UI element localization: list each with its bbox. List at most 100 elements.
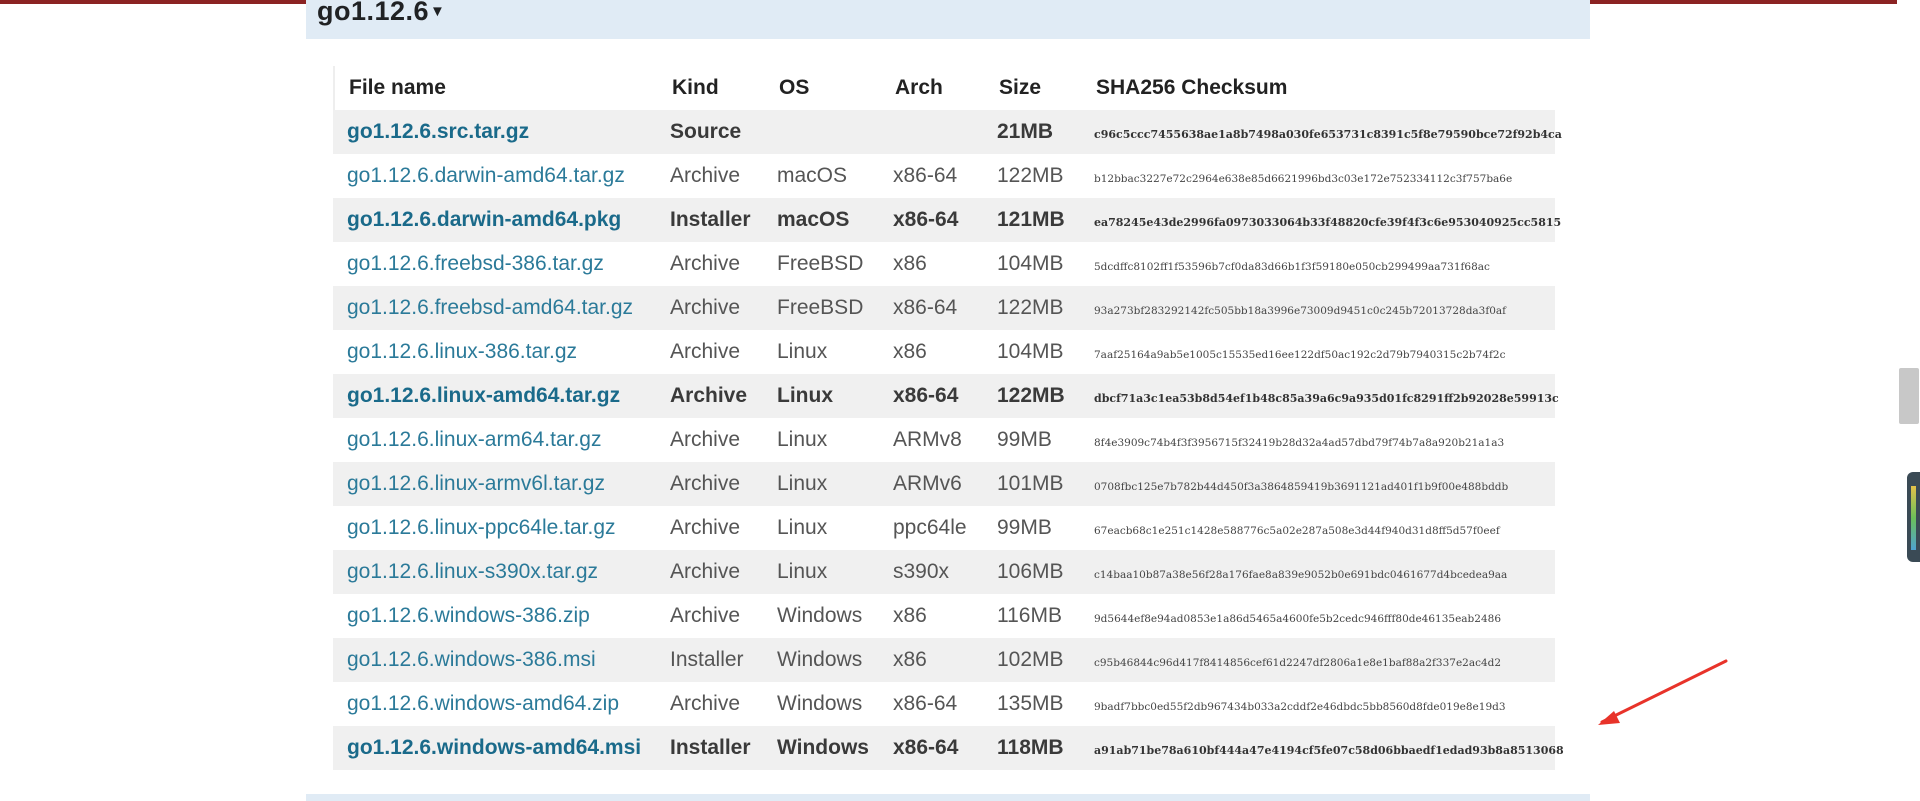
download-link[interactable]: go1.12.6.linux-386.tar.gz (347, 330, 577, 374)
cell-os: FreeBSD (777, 296, 864, 319)
cell-checksum: 5dcdffc8102ff1f53596b7cf0da83d66b1f3f591… (1094, 261, 1490, 273)
header-os: OS (779, 76, 810, 99)
release-header[interactable]: go1.12.6 ▼ (306, 0, 1590, 39)
cell-size: 135MB (997, 692, 1064, 715)
header-size: Size (999, 76, 1042, 99)
cell-checksum: 67eacb68c1e251c1428e588776c5a02e287a508e… (1094, 525, 1500, 537)
table-row: go1.12.6.windows-amd64.zip Archive Windows… (333, 682, 1555, 726)
cell-kind: Archive (670, 692, 741, 715)
cell-arch: x86-64 (893, 164, 958, 187)
cell-checksum: b12bbac3227e72c2964e638e85d6621996bd3c03… (1094, 173, 1513, 185)
cell-arch: x86-64 (893, 296, 958, 319)
cell-os: Windows (777, 736, 869, 759)
cell-kind: Archive (670, 560, 741, 583)
cell-os: Windows (777, 604, 863, 627)
cell-kind: Archive (670, 296, 741, 319)
red-arrow-annotation (1598, 659, 1728, 725)
collapse-caret-icon[interactable]: ▼ (430, 3, 445, 20)
header-file-name: File name (349, 76, 446, 99)
cell-checksum: 93a273bf283292142fc505bb18a3996e73009d94… (1094, 305, 1507, 317)
cell-kind: Archive (670, 384, 748, 407)
cell-os: Linux (777, 516, 828, 539)
table-row: go1.12.6.darwin-amd64.tar.gz Archive macOS… (333, 154, 1555, 198)
cell-size: 122MB (997, 384, 1065, 407)
table-row: go1.12.6.linux-ppc64le.tar.gz Archive Linu… (333, 506, 1555, 550)
cell-arch: x86-64 (893, 692, 958, 715)
table-row: go1.12.6.linux-armv6l.tar.gz Archive Linux… (333, 462, 1555, 506)
downloads-table: File name Kind OS Arch Size SHA256 Check… (333, 66, 1564, 770)
cell-size: 104MB (997, 340, 1064, 363)
cell-os: Linux (777, 560, 828, 583)
cell-kind: Archive (670, 252, 741, 275)
table-row: go1.12.6.windows-386.msi Installer Windows… (333, 638, 1555, 682)
header-arch: Arch (895, 76, 943, 99)
download-link[interactable]: go1.12.6.linux-arm64.tar.gz (347, 418, 601, 462)
cell-checksum: c96c5ccc7455638ae1a8b7498a030fe653731c83… (1094, 128, 1562, 141)
cell-checksum: a91ab71be78a610bf444a47e4194cf5fe07c58d0… (1094, 744, 1564, 757)
download-link[interactable]: go1.12.6.windows-386.msi (347, 638, 596, 682)
cell-arch: x86 (893, 604, 927, 627)
download-link[interactable]: go1.12.6.windows-386.zip (347, 594, 590, 638)
table-row: go1.12.6.freebsd-386.tar.gz Archive FreeBS… (333, 242, 1555, 286)
table-body: go1.12.6.src.tar.gz Source 21MB c96c5ccc745… (333, 110, 1564, 770)
cell-size: 99MB (997, 428, 1052, 451)
cell-os: Linux (777, 428, 828, 451)
download-link[interactable]: go1.12.6.darwin-amd64.pkg (347, 198, 621, 242)
scrollbar-thumb[interactable] (1899, 368, 1919, 424)
cell-checksum: 9d5644ef8e94ad0853e1a86d5465a4600fe5b2ce… (1094, 613, 1502, 625)
download-link[interactable]: go1.12.6.linux-armv6l.tar.gz (347, 462, 605, 506)
cell-arch: s390x (893, 560, 950, 583)
cell-arch: x86 (893, 648, 927, 671)
cell-checksum: c14baa10b87a38e56f28a176fae8a839e9052b0e… (1094, 569, 1508, 581)
cell-size: 102MB (997, 648, 1064, 671)
cell-checksum: 0708fbc125e7b782b44d450f3a3864859419b369… (1094, 481, 1509, 493)
header-checksum: SHA256 Checksum (1096, 76, 1288, 99)
table-row: go1.12.6.linux-s390x.tar.gz Archive Linux s… (333, 550, 1555, 594)
cell-size: 101MB (997, 472, 1064, 495)
table-row: go1.12.6.freebsd-amd64.tar.gz Archive Free… (333, 286, 1555, 330)
cell-arch: x86-64 (893, 384, 959, 407)
cell-kind: Archive (670, 472, 741, 495)
download-link[interactable]: go1.12.6.src.tar.gz (347, 110, 529, 154)
header-kind: Kind (672, 76, 719, 99)
cell-size: 21MB (997, 120, 1054, 143)
cell-size: 99MB (997, 516, 1052, 539)
download-link[interactable]: go1.12.6.linux-s390x.tar.gz (347, 550, 598, 594)
cell-size: 122MB (997, 164, 1064, 187)
download-link[interactable]: go1.12.6.linux-ppc64le.tar.gz (347, 506, 616, 550)
cell-checksum: ea78245e43de2996fa0973033064b33f48820cfe… (1094, 216, 1562, 229)
cell-kind: Archive (670, 340, 741, 363)
download-link[interactable]: go1.12.6.freebsd-386.tar.gz (347, 242, 604, 286)
cell-os: Linux (777, 340, 828, 363)
cell-kind: Installer (670, 648, 744, 671)
table-header: File name Kind OS Arch Size SHA256 Check… (333, 66, 1555, 110)
download-link[interactable]: go1.12.6.freebsd-amd64.tar.gz (347, 286, 633, 330)
cell-arch: x86-64 (893, 208, 959, 231)
download-link[interactable]: go1.12.6.windows-amd64.zip (347, 682, 619, 726)
cell-kind: Archive (670, 516, 741, 539)
next-release-header[interactable] (306, 794, 1590, 801)
cell-arch: ARMv8 (893, 428, 962, 451)
cell-kind: Installer (670, 208, 751, 231)
cell-arch: x86 (893, 340, 927, 363)
cell-checksum: 8f4e3909c74b4f3f3956715f32419b28d32a4ad5… (1094, 437, 1505, 449)
cell-kind: Archive (670, 428, 741, 451)
cell-os: macOS (777, 164, 848, 187)
cell-kind: Source (670, 120, 742, 143)
cell-os: Windows (777, 648, 863, 671)
side-widget-tab[interactable] (1907, 472, 1920, 562)
download-link[interactable]: go1.12.6.windows-amd64.msi (347, 726, 641, 770)
cell-kind: Archive (670, 164, 741, 187)
cell-size: 122MB (997, 296, 1064, 319)
cell-size: 104MB (997, 252, 1064, 275)
cell-size: 118MB (997, 736, 1064, 759)
side-widget-meter-icon (1911, 486, 1916, 550)
download-link[interactable]: go1.12.6.linux-amd64.tar.gz (347, 374, 620, 418)
cell-size: 121MB (997, 208, 1065, 231)
cell-size: 106MB (997, 560, 1064, 583)
cell-checksum: c95b46844c96d417f8414856cef61d2247df2806… (1094, 657, 1502, 669)
release-title[interactable]: go1.12.6 (317, 0, 429, 27)
download-link[interactable]: go1.12.6.darwin-amd64.tar.gz (347, 154, 625, 198)
cell-kind: Archive (670, 604, 741, 627)
table-row: go1.12.6.windows-386.zip Archive Windows x8… (333, 594, 1555, 638)
